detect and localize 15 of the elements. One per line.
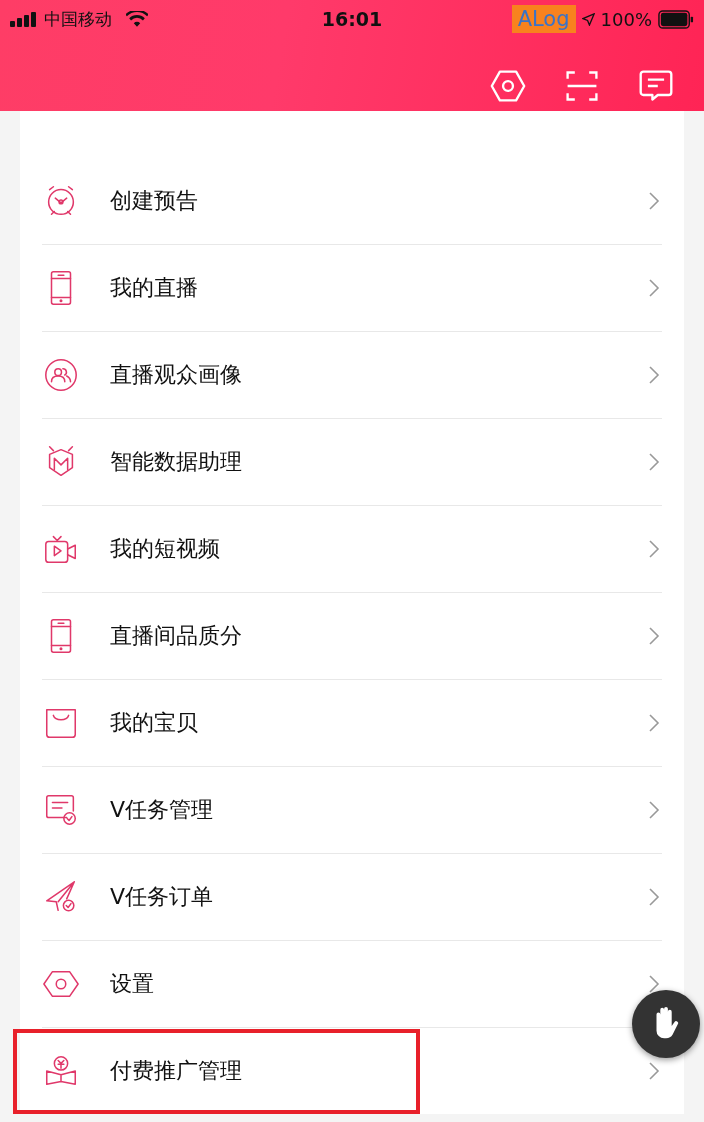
menu-item[interactable]: V任务订单 <box>110 882 214 912</box>
menu-item[interactable]: 直播观众画像 <box>110 360 242 390</box>
menu-item[interactable]: 直播间品质分 <box>110 621 242 651</box>
menu-item[interactable]: 设置 <box>110 969 154 999</box>
menu-item[interactable]: 付费推广管理 <box>110 1056 242 1086</box>
menu-item[interactable]: 我的宝贝 <box>110 708 198 738</box>
menu-item[interactable]: 智能数据助理 <box>110 447 242 477</box>
menu-item[interactable]: 创建预告 <box>110 186 198 216</box>
battery-percent: 100% <box>600 8 652 30</box>
status-time: 16:01 <box>321 8 383 30</box>
debug-tag: ALog <box>511 5 576 33</box>
carrier-name: 中国移动 <box>44 7 112 31</box>
menu-item[interactable]: 我的直播 <box>110 273 198 303</box>
menu-item[interactable]: 我的短视频 <box>110 534 220 564</box>
menu-item[interactable]: V任务管理 <box>110 795 214 825</box>
